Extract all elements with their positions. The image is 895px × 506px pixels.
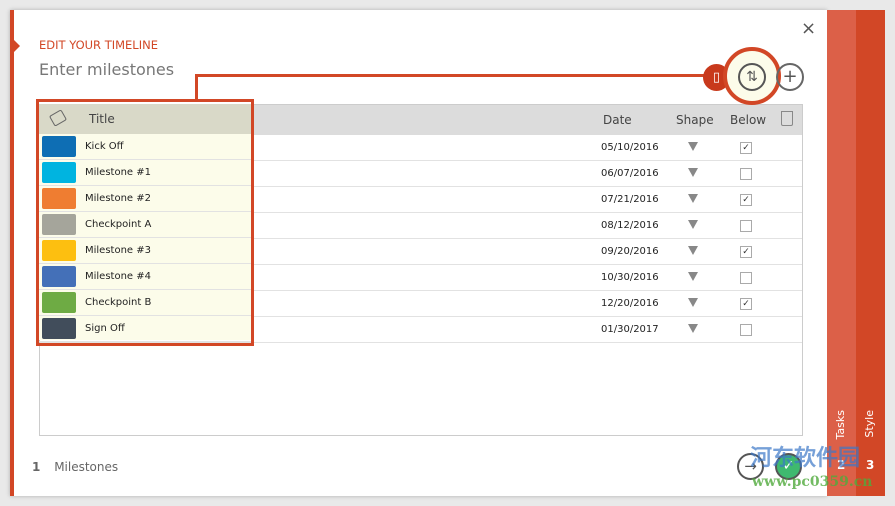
watermark-url: www.pc0359.cn: [752, 474, 873, 490]
tab-style[interactable]: Style 3: [856, 10, 885, 496]
tab-label: Tasks: [834, 410, 847, 440]
swap-icon[interactable]: ⇅: [738, 63, 766, 91]
step-label: Milestones: [54, 460, 119, 474]
below-checkbox[interactable]: [740, 272, 752, 284]
below-checkbox[interactable]: ✓: [740, 246, 752, 258]
date-cell[interactable]: 01/30/2017: [601, 324, 659, 335]
below-checkbox[interactable]: ✓: [740, 194, 752, 206]
date-cell[interactable]: 08/12/2016: [601, 220, 659, 231]
column-below: Below: [730, 113, 767, 127]
shape-dropdown-icon[interactable]: [688, 272, 698, 281]
date-cell[interactable]: 07/21/2016: [601, 194, 659, 205]
shape-dropdown-icon[interactable]: [688, 194, 698, 203]
shape-dropdown-icon[interactable]: [688, 324, 698, 333]
date-cell[interactable]: 06/07/2016: [601, 168, 659, 179]
accent-bar: [10, 10, 14, 496]
dialog-title: Enter milestones: [39, 60, 175, 79]
shape-dropdown-icon[interactable]: [688, 142, 698, 151]
step-number: 1: [32, 460, 41, 474]
shape-dropdown-icon[interactable]: [688, 246, 698, 255]
date-cell[interactable]: 10/30/2016: [601, 272, 659, 283]
dialog-kicker: EDIT YOUR TIMELINE: [39, 38, 158, 52]
tab-number: 3: [866, 458, 875, 472]
shape-dropdown-icon[interactable]: [688, 298, 698, 307]
step-indicator: 1 Milestones: [32, 460, 118, 474]
below-checkbox[interactable]: [740, 220, 752, 232]
date-cell[interactable]: 05/10/2016: [601, 142, 659, 153]
shape-dropdown-icon[interactable]: [688, 220, 698, 229]
below-checkbox[interactable]: [740, 324, 752, 336]
trash-icon[interactable]: [781, 111, 793, 126]
below-checkbox[interactable]: ✓: [740, 298, 752, 310]
column-date: Date: [603, 113, 632, 127]
step-marker: [14, 40, 20, 52]
callout-line: [195, 74, 705, 77]
add-icon[interactable]: +: [776, 63, 804, 91]
tab-label: Style: [863, 410, 876, 438]
column-shape: Shape: [676, 113, 714, 127]
shape-dropdown-icon[interactable]: [688, 168, 698, 177]
date-cell[interactable]: 12/20/2016: [601, 298, 659, 309]
close-button[interactable]: ×: [801, 18, 816, 39]
date-cell[interactable]: 09/20/2016: [601, 246, 659, 257]
callout-box: [36, 99, 254, 346]
watermark: 河东软件园: [750, 446, 861, 471]
callout-line: [195, 74, 198, 100]
tab-tasks[interactable]: Tasks 2: [827, 10, 856, 496]
below-checkbox[interactable]: ✓: [740, 142, 752, 154]
below-checkbox[interactable]: [740, 168, 752, 180]
